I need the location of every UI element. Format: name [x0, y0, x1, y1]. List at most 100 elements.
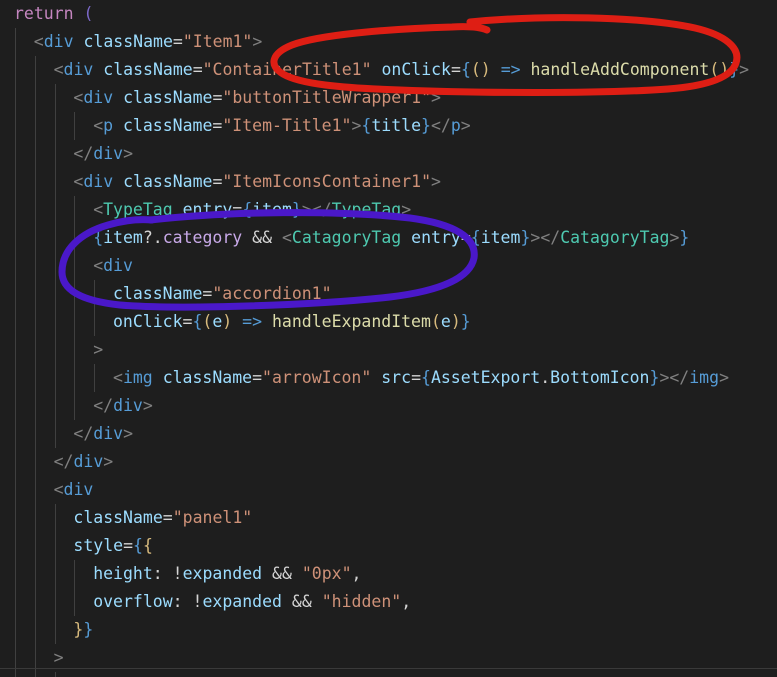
code-token: div — [83, 172, 114, 191]
code-token: > — [252, 32, 263, 51]
code-token: onClick — [381, 60, 451, 79]
code-token: expanded — [202, 592, 282, 611]
code-line[interactable]: }} — [0, 616, 777, 644]
code-token: entry — [411, 228, 461, 247]
code-token: } — [460, 312, 471, 331]
code-token: div — [83, 88, 114, 107]
code-token: = — [192, 60, 203, 79]
code-token: height — [93, 564, 153, 583]
code-token: className — [73, 508, 163, 527]
code-line[interactable]: height: !expanded && "0px", — [0, 560, 777, 588]
code-token: && — [291, 592, 312, 611]
code-token: && — [252, 228, 273, 247]
code-line[interactable]: className="panel1" — [0, 504, 777, 532]
code-token: "accordion1" — [212, 284, 332, 303]
code-token: "0px" — [301, 564, 352, 583]
code-token: style — [73, 536, 124, 555]
code-token: < — [113, 368, 123, 387]
code-token: ) — [450, 312, 461, 331]
code-token: > — [123, 424, 134, 443]
code-line[interactable]: style={{ — [0, 532, 777, 560]
code-token: = — [411, 368, 421, 387]
code-line[interactable]: </div> — [0, 420, 777, 448]
code-line[interactable]: <div className="ItemIconsContainer1"> — [0, 168, 777, 196]
code-line[interactable]: <p className="desc">{description}</p> — [0, 672, 777, 677]
code-token: className — [162, 368, 253, 387]
code-token: > — [669, 228, 680, 247]
code-line[interactable]: > — [0, 336, 777, 364]
code-token: handleAddComponent — [530, 60, 710, 79]
code-token: "arrowIcon" — [262, 368, 372, 387]
code-token: div — [113, 396, 143, 415]
code-line[interactable]: className="accordion1" — [0, 280, 777, 308]
code-token: className — [123, 88, 213, 107]
code-token: , — [401, 592, 412, 611]
code-token: > — [93, 340, 104, 359]
code-line[interactable]: <div className="ContainerTitle1" onClick… — [0, 56, 777, 84]
code-line[interactable]: <p className="Item-Title1">{title}</p> — [0, 112, 777, 140]
code-token: () — [470, 60, 491, 79]
code-token: expanded — [182, 564, 263, 583]
code-token: { — [242, 200, 253, 219]
code-token: item — [480, 228, 521, 247]
code-token: { — [142, 536, 153, 555]
code-line[interactable]: <div className="buttonTitleWrapper1"> — [0, 84, 777, 112]
code-line[interactable]: return ( — [0, 0, 777, 28]
code-token: "hidden" — [321, 592, 402, 611]
code-token: = — [123, 536, 133, 555]
code-token: { — [93, 228, 104, 247]
code-token: div — [63, 60, 94, 79]
code-token: div — [43, 32, 74, 51]
code-token: > — [739, 60, 750, 79]
code-token: p — [103, 116, 114, 135]
code-line[interactable]: </div> — [0, 140, 777, 168]
code-token: < — [93, 256, 104, 275]
code-token: < — [53, 480, 64, 499]
code-line[interactable]: onClick={(e) => handleExpandItem(e)} — [0, 308, 777, 336]
code-line[interactable]: <div — [0, 252, 777, 280]
code-token: </ — [53, 452, 74, 471]
code-token: TypeTag — [103, 200, 173, 219]
code-token: AssetExport — [430, 368, 541, 387]
code-line[interactable]: <TypeTag entry={item}></TypeTag> — [0, 196, 777, 224]
code-token: > — [53, 648, 64, 667]
code-token: </ — [93, 396, 114, 415]
code-token: img — [689, 368, 720, 387]
code-line[interactable]: </div> — [0, 448, 777, 476]
code-token: < — [281, 228, 292, 247]
code-token: CatagoryTag — [560, 228, 670, 247]
code-line[interactable]: </div> — [0, 392, 777, 420]
code-token: { — [133, 536, 143, 555]
code-token: </ — [73, 424, 94, 443]
code-line[interactable]: <div className="Item1"> — [0, 28, 777, 56]
code-token: "ItemIconsContainer1" — [222, 172, 432, 191]
code-token: } — [520, 228, 531, 247]
code-token: = — [212, 172, 223, 191]
code-token: = — [232, 200, 243, 219]
code-token: > — [659, 368, 670, 387]
code-token: = — [212, 88, 223, 107]
code-content[interactable]: return (<div className="Item1"> <div clas… — [0, 0, 777, 677]
code-line[interactable]: overflow: !expanded && "hidden", — [0, 588, 777, 616]
code-token: < — [93, 200, 104, 219]
code-token: > — [103, 452, 114, 471]
code-line[interactable]: {item?.category && <CatagoryTag entry={i… — [0, 224, 777, 252]
code-line[interactable]: <div — [0, 476, 777, 504]
code-line[interactable]: <img className="arrowIcon" src={AssetExp… — [0, 364, 777, 392]
code-token: { — [470, 228, 481, 247]
code-token: TypeTag — [331, 200, 402, 219]
code-token: className — [123, 116, 213, 135]
code-token: = — [172, 32, 183, 51]
code-token: ?. — [142, 228, 163, 247]
code-token: } — [421, 116, 431, 135]
